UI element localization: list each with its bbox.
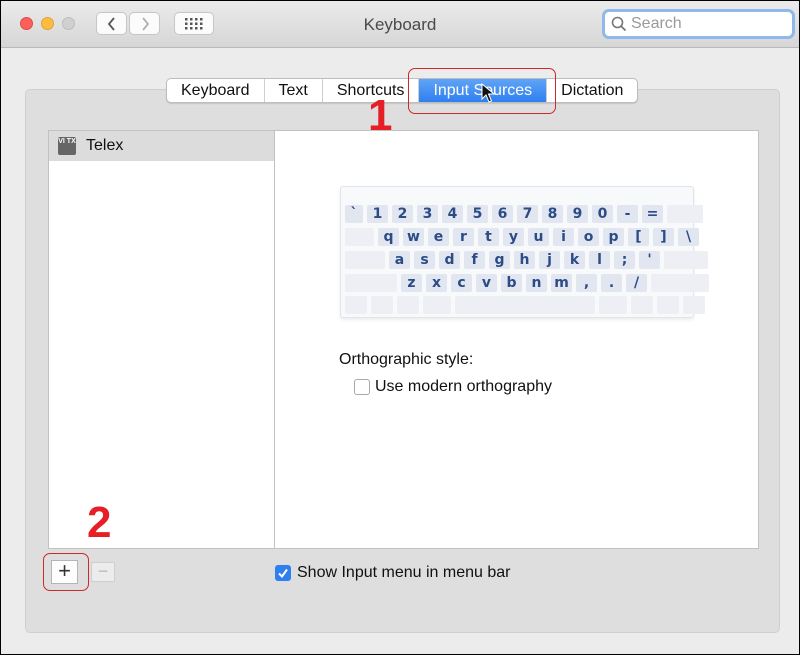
keyboard-row-top: q w e r t y u i o p [ ] \: [345, 228, 699, 246]
key-blank: [397, 296, 419, 314]
key: q: [378, 228, 399, 246]
key: [: [628, 228, 649, 246]
key-blank: [345, 274, 397, 292]
key: 0: [592, 205, 613, 223]
key: 8: [542, 205, 563, 223]
key: 1: [367, 205, 388, 223]
key: i: [553, 228, 574, 246]
key: t: [478, 228, 499, 246]
key: 3: [417, 205, 438, 223]
annotation-highlight-add-button: [43, 553, 89, 591]
key: a: [389, 251, 410, 269]
key: d: [439, 251, 460, 269]
modern-orthography-checkbox[interactable]: [354, 379, 370, 395]
key-blank: [667, 205, 703, 223]
key-blank: [345, 251, 385, 269]
orthographic-style-label: Orthographic style:: [339, 351, 474, 368]
key-blank: [683, 296, 705, 314]
key: j: [539, 251, 560, 269]
key: g: [489, 251, 510, 269]
key-blank: [664, 251, 708, 269]
key: r: [453, 228, 474, 246]
key-blank: [371, 296, 393, 314]
key: x: [426, 274, 447, 292]
list-item[interactable]: VI TX Telex: [49, 131, 274, 161]
key-blank: [631, 296, 653, 314]
telex-source-icon: VI TX: [58, 137, 76, 155]
key: ': [639, 251, 660, 269]
key: ,: [576, 274, 597, 292]
key: h: [514, 251, 535, 269]
key-blank: [599, 296, 627, 314]
key: e: [428, 228, 449, 246]
key: /: [626, 274, 647, 292]
search-icon: [611, 16, 627, 32]
key: 6: [492, 205, 513, 223]
keyboard-row-space: [345, 296, 705, 314]
key: `: [345, 205, 363, 223]
input-source-list[interactable]: VI TX Telex: [48, 130, 275, 549]
keyboard-row-bottom: z x c v b n m , . /: [345, 274, 709, 292]
show-input-menu-checkbox[interactable]: [275, 565, 291, 581]
keyboard-layout-preview: ` 1 2 3 4 5 6 7 8 9 0 - = q w e r t y u …: [340, 186, 709, 318]
key: o: [578, 228, 599, 246]
key: z: [401, 274, 422, 292]
keyboard-preferences-window: Keyboard Keyboard Text Shortcuts Input S…: [0, 0, 800, 655]
key-blank: [651, 274, 709, 292]
tab-keyboard[interactable]: Keyboard: [167, 79, 265, 102]
list-item-label: Telex: [86, 137, 124, 154]
input-source-detail: ` 1 2 3 4 5 6 7 8 9 0 - = q w e r t y u …: [275, 130, 759, 549]
key: k: [564, 251, 585, 269]
search-field[interactable]: [602, 9, 795, 39]
search-input[interactable]: [631, 15, 781, 33]
key-blank: [345, 296, 367, 314]
key: c: [451, 274, 472, 292]
key: s: [414, 251, 435, 269]
key: p: [603, 228, 624, 246]
key: m: [551, 274, 572, 292]
key: n: [526, 274, 547, 292]
remove-input-source-button[interactable]: −: [91, 562, 115, 582]
show-input-menu-label[interactable]: Show Input menu in menu bar: [297, 564, 510, 582]
key: ;: [614, 251, 635, 269]
key: \: [678, 228, 699, 246]
key: 4: [442, 205, 463, 223]
key-blank: [455, 296, 595, 314]
key: f: [464, 251, 485, 269]
tab-text[interactable]: Text: [265, 79, 323, 102]
key: ]: [653, 228, 674, 246]
key: b: [501, 274, 522, 292]
tab-bar: Keyboard Text Shortcuts Input Sources Di…: [166, 78, 639, 103]
key: 7: [517, 205, 538, 223]
tab-dictation[interactable]: Dictation: [547, 79, 637, 102]
key: v: [476, 274, 497, 292]
key: y: [503, 228, 524, 246]
checkmark-icon: [278, 568, 288, 579]
key-blank: [423, 296, 451, 314]
key-blank: [345, 228, 374, 246]
mouse-cursor-icon: [481, 83, 495, 103]
keyboard-row-home: a s d f g h j k l ; ': [345, 251, 708, 269]
modern-orthography-label[interactable]: Use modern orthography: [375, 378, 552, 396]
key: -: [617, 205, 638, 223]
key: w: [403, 228, 424, 246]
title-bar: Keyboard: [1, 1, 799, 48]
key: =: [642, 205, 663, 223]
key: 9: [567, 205, 588, 223]
annotation-step-2: 2: [87, 498, 112, 547]
key: 5: [467, 205, 488, 223]
annotation-step-1: 1: [368, 91, 393, 140]
key: .: [601, 274, 622, 292]
key-blank: [657, 296, 679, 314]
key: 2: [392, 205, 413, 223]
key: u: [528, 228, 549, 246]
key: l: [589, 251, 610, 269]
keyboard-row-number: ` 1 2 3 4 5 6 7 8 9 0 - =: [345, 205, 703, 223]
